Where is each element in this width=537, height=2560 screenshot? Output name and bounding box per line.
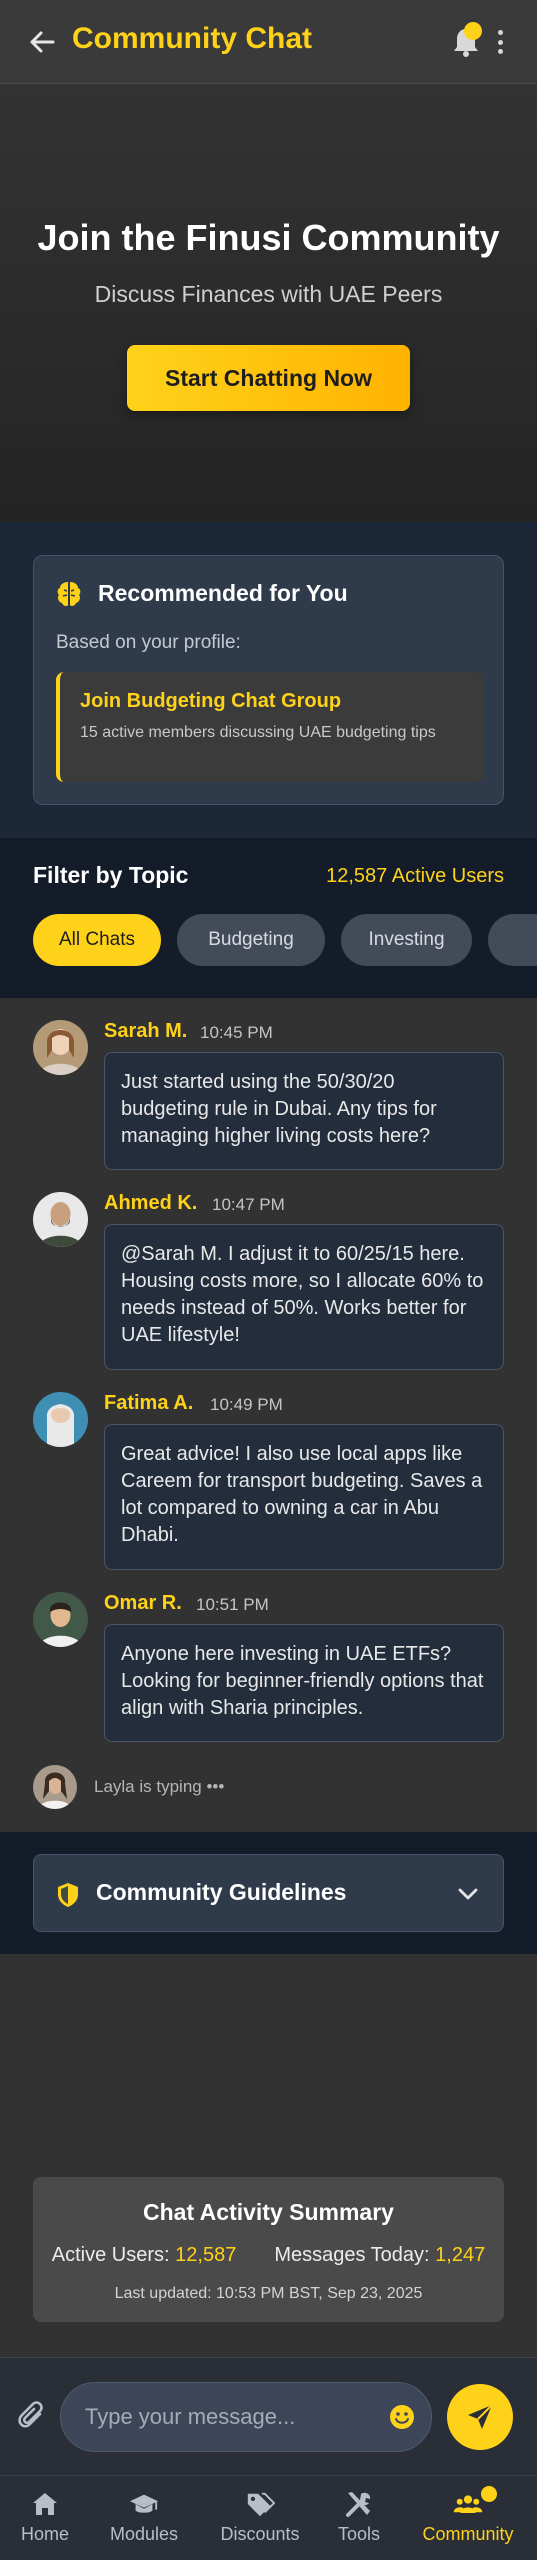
guidelines-title: Community Guidelines	[96, 1879, 347, 1905]
nav-home[interactable]: Home	[8, 2476, 82, 2560]
nav-discounts[interactable]: Discounts	[212, 2476, 308, 2560]
chip-all-chats[interactable]: All Chats	[33, 914, 161, 966]
typing-indicator: Layla is typing •••	[94, 1777, 225, 1796]
profile-note: Based on your profile:	[56, 632, 241, 653]
more-vertical-icon	[497, 30, 503, 35]
chat-messages: Sarah M. 10:45 PM Just started using the…	[0, 998, 537, 1832]
brain-icon	[57, 582, 81, 607]
messages-today-value: 1,247	[435, 2244, 486, 2266]
sender-name: Omar R.	[104, 1592, 182, 1614]
smile-icon[interactable]	[389, 2404, 415, 2430]
sender-name: Ahmed K.	[104, 1192, 198, 1214]
nav-modules[interactable]: Modules	[104, 2476, 184, 2560]
arrow-left-icon	[30, 31, 55, 53]
tools-icon	[344, 2490, 374, 2518]
shield-icon	[58, 1883, 78, 1907]
attach-button[interactable]	[18, 2400, 48, 2434]
back-button[interactable]	[26, 26, 58, 58]
app-header: Community Chat	[0, 0, 537, 84]
tags-icon	[245, 2490, 275, 2518]
community-badge	[481, 2486, 497, 2502]
typing-avatar	[33, 1765, 77, 1809]
send-icon	[468, 2404, 493, 2429]
message-time: 10:49 PM	[210, 1395, 283, 1414]
avatar[interactable]	[33, 1592, 88, 1647]
guidelines-section: Community Guidelines	[0, 1832, 537, 1954]
topic-chips: All Chats Budgeting Investing	[33, 914, 537, 966]
active-users-count: 12,587 Active Users	[326, 865, 504, 887]
message-input-field[interactable]	[60, 2382, 432, 2452]
sender-name: Sarah M.	[104, 1020, 188, 1042]
avatar[interactable]	[33, 1392, 88, 1447]
summary-title: Chat Activity Summary	[143, 2199, 394, 2225]
chip-more[interactable]	[488, 914, 537, 966]
chat-activity-summary: Chat Activity Summary Active Users: 12,5…	[33, 2177, 504, 2322]
bottom-navigation: Home Modules Discounts Tools Community	[0, 2475, 537, 2560]
chevron-down-icon	[458, 1888, 478, 1900]
message-bubble: Great advice! I also use local apps like…	[104, 1424, 504, 1570]
community-guidelines-toggle[interactable]: Community Guidelines	[33, 1854, 504, 1932]
hero-subtitle: Discuss Finances with UAE Peers	[94, 281, 443, 307]
community-chat-screen: Community Chat Join the Finusi Community…	[0, 0, 537, 2560]
message-input[interactable]	[85, 2383, 365, 2451]
hero-banner: Join the Finusi Community Discuss Financ…	[0, 85, 537, 522]
nav-tools[interactable]: Tools	[324, 2476, 394, 2560]
message-time: 10:45 PM	[200, 1023, 273, 1042]
recommended-section: Recommended for You Based on your profil…	[0, 522, 537, 838]
users-icon	[453, 2486, 497, 2518]
send-button[interactable]	[447, 2384, 513, 2450]
message-time: 10:51 PM	[196, 1595, 269, 1614]
sender-name: Fatima A.	[104, 1392, 194, 1414]
message-bubble: Anyone here investing in UAE ETFs? Looki…	[104, 1624, 504, 1742]
recommendation-title: Join Budgeting Chat Group	[80, 690, 342, 712]
summary-stats: Active Users: 12,587 Messages Today: 1,2…	[33, 2244, 504, 2267]
message-bubble: Just started using the 50/30/20 budgetin…	[104, 1052, 504, 1170]
more-menu-button[interactable]	[492, 26, 508, 58]
home-icon	[30, 2490, 60, 2518]
chip-investing[interactable]: Investing	[341, 914, 472, 966]
recommended-title: Recommended for You	[98, 580, 348, 606]
topic-filter: Filter by Topic 12,587 Active Users All …	[0, 838, 537, 998]
recommendation-description: 15 active members discussing UAE budgeti…	[80, 724, 436, 741]
last-updated: Last updated: 10:53 PM BST, Sep 23, 2025	[114, 2285, 423, 2302]
active-users-value: 12,587	[175, 2244, 237, 2266]
notification-badge	[464, 22, 482, 40]
chip-budgeting[interactable]: Budgeting	[177, 914, 325, 966]
hero-title: Join the Finusi Community	[37, 217, 500, 258]
paperclip-icon	[18, 2401, 43, 2428]
budgeting-group-recommendation[interactable]: Join Budgeting Chat Group 15 active memb…	[56, 672, 484, 782]
recommended-card: Recommended for You Based on your profil…	[33, 555, 504, 805]
avatar[interactable]	[33, 1020, 88, 1075]
avatar[interactable]	[33, 1192, 88, 1247]
message-bubble: @Sarah M. I adjust it to 60/25/15 here. …	[104, 1224, 504, 1370]
active-users-stat: Active Users: 12,587	[51, 2244, 237, 2266]
messages-today-stat: Messages Today: 1,247	[274, 2244, 486, 2266]
page-title: Community Chat	[72, 22, 312, 55]
graduation-cap-icon	[129, 2490, 159, 2518]
filter-title: Filter by Topic	[33, 862, 189, 888]
start-chatting-button[interactable]: Start Chatting Now	[127, 345, 410, 411]
nav-community[interactable]: Community	[412, 2476, 524, 2560]
message-time: 10:47 PM	[212, 1195, 285, 1214]
message-composer	[0, 2357, 537, 2475]
